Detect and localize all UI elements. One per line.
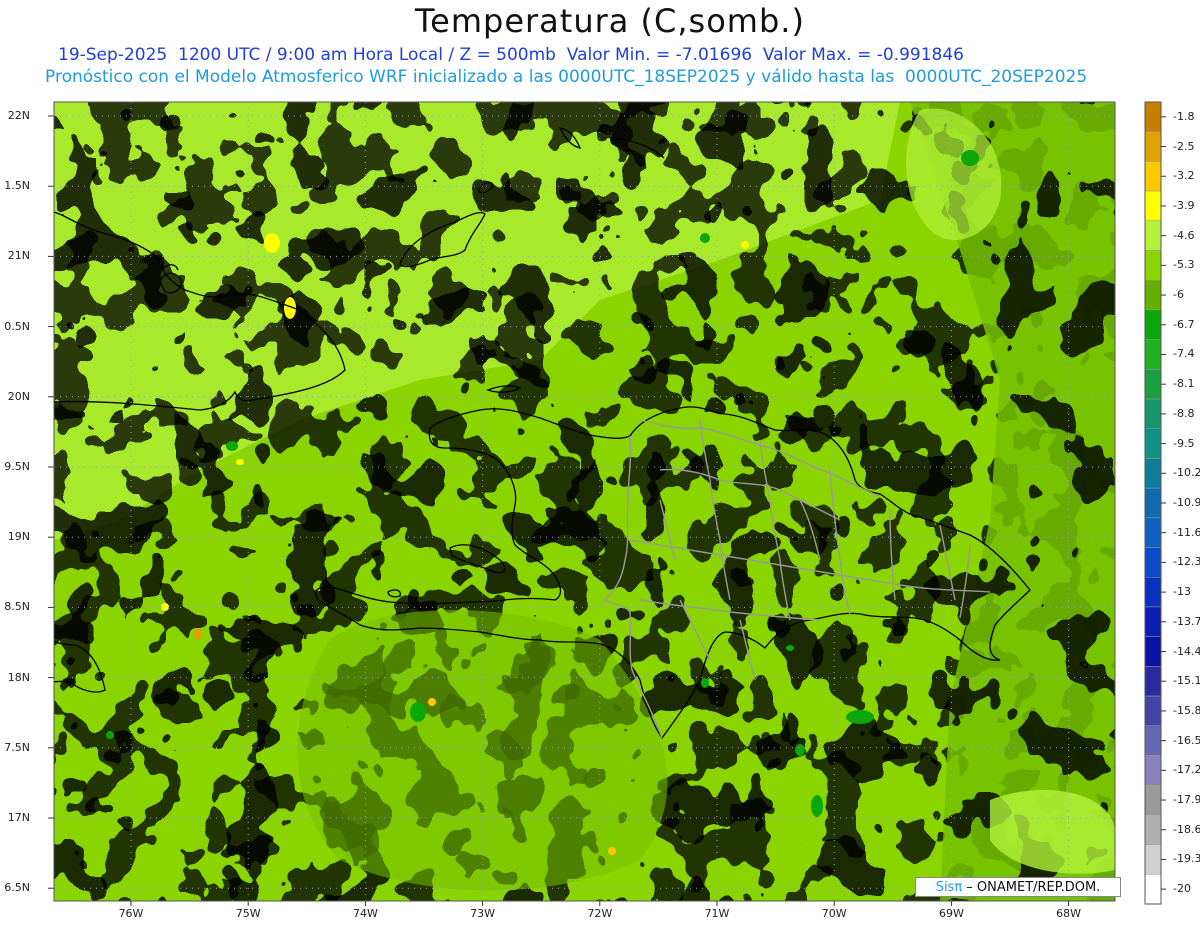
- colorbar-swatch: [1144, 190, 1162, 222]
- colorbar-swatch: [1144, 101, 1162, 132]
- colorbar-label: -13.7: [1173, 614, 1200, 628]
- field-shading: [54, 102, 1115, 901]
- colorbar-swatch: [1144, 695, 1162, 727]
- colorbar-swatch: [1144, 428, 1162, 459]
- colorbar-swatch: [1144, 577, 1162, 608]
- colorbar-swatch: [1144, 666, 1162, 697]
- colorbar-swatch: [1144, 784, 1162, 816]
- colorbar-label: -13: [1173, 585, 1191, 599]
- colorbar-label: -11.6: [1173, 525, 1200, 539]
- colorbar-swatch: [1144, 725, 1162, 756]
- colorbar-label: -17.9: [1173, 793, 1200, 807]
- colorbar-swatch: [1144, 547, 1162, 578]
- colorbar-label: -10.2: [1173, 466, 1200, 480]
- latitude-label: 1.5N: [4, 179, 30, 193]
- colorbar-label: -8.1: [1173, 377, 1195, 391]
- latitude-label: 17N: [7, 811, 30, 824]
- latitude-label: 22N: [7, 109, 30, 122]
- longitude-label: 70W: [821, 907, 847, 920]
- longitude-label: 76W: [118, 907, 144, 920]
- colorbar-label: -12.3: [1173, 555, 1200, 569]
- colorbar-swatch: [1144, 369, 1162, 400]
- longitude-label: 71W: [704, 907, 730, 920]
- latitude-label: 7.5N: [4, 740, 30, 754]
- colorbar-label: -6.7: [1173, 317, 1195, 331]
- latitude-label: 0.5N: [4, 319, 30, 333]
- colorbar-swatch: [1144, 398, 1162, 429]
- latitude-label: 21N: [7, 249, 30, 263]
- colorbar-label: -2.5: [1173, 139, 1195, 153]
- colorbar-swatch: [1144, 517, 1162, 548]
- colorbar-label: -1.8: [1173, 109, 1195, 123]
- colorbar-label: -9.5: [1173, 436, 1195, 450]
- colorbar-label: -14.4: [1173, 644, 1200, 658]
- colorbar-label: -8.8: [1173, 406, 1195, 420]
- longitude-label: 72W: [587, 907, 613, 920]
- colorbar-swatch: [1144, 250, 1162, 281]
- colorbar-label: -5.3: [1173, 258, 1195, 272]
- colorbar-label: -16.5: [1173, 733, 1200, 747]
- colorbar-swatch: [1144, 814, 1162, 845]
- longitude-label: 73W: [470, 907, 496, 920]
- colorbar-swatch: [1144, 606, 1162, 637]
- colorbar-label: -4.6: [1173, 228, 1195, 242]
- longitude-label: 75W: [235, 907, 261, 920]
- colorbar-swatch: [1144, 131, 1162, 162]
- credit-text: – ONAMET/REP.DOM.: [962, 880, 1101, 895]
- colorbar-swatch: [1144, 458, 1162, 489]
- colorbar-label: -3.9: [1173, 198, 1195, 212]
- colorbar-swatch: [1144, 279, 1162, 311]
- colorbar-swatch: [1144, 339, 1162, 370]
- colorbar-swatch: [1144, 844, 1162, 875]
- latitude-label: 19N: [7, 530, 30, 544]
- longitude-label: 69W: [938, 907, 964, 920]
- colorbar-swatch: [1144, 161, 1162, 192]
- colorbar-label: -3.2: [1173, 169, 1195, 183]
- colorbar-label: -6: [1173, 288, 1184, 302]
- longitude-label: 74W: [352, 907, 378, 920]
- colorbar-label: -17.2: [1173, 763, 1200, 777]
- credit-prefix: Sisπ: [935, 880, 963, 895]
- credit-box: Sisπ – ONAMET/REP.DOM.: [915, 877, 1121, 897]
- colorbar-swatch: [1144, 636, 1162, 667]
- longitude-label: 68W: [1056, 907, 1082, 920]
- colorbar-swatch: [1144, 755, 1162, 786]
- colorbar-label: -7.4: [1173, 347, 1195, 361]
- colorbar-swatch: [1144, 220, 1162, 251]
- colorbar: [1144, 101, 1166, 905]
- latitude-label: 20N: [7, 389, 30, 403]
- colorbar-label: -15.8: [1173, 703, 1200, 717]
- colorbar-label: -15.1: [1173, 674, 1200, 688]
- temperature-map: [48, 101, 1166, 906]
- colorbar-label: -20: [1173, 882, 1191, 896]
- colorbar-label: -18.6: [1173, 822, 1200, 836]
- latitude-label: 9.5N: [4, 460, 30, 473]
- colorbar-label: -10.9: [1173, 496, 1200, 509]
- latitude-label: 18N: [7, 670, 30, 684]
- colorbar-swatch: [1144, 487, 1162, 519]
- colorbar-swatch: [1144, 309, 1162, 340]
- latitude-label: 8.5N: [4, 600, 30, 614]
- colorbar-swatch: [1144, 874, 1162, 905]
- colorbar-label: -19.3: [1173, 852, 1200, 866]
- latitude-label: 6.5N: [4, 881, 30, 895]
